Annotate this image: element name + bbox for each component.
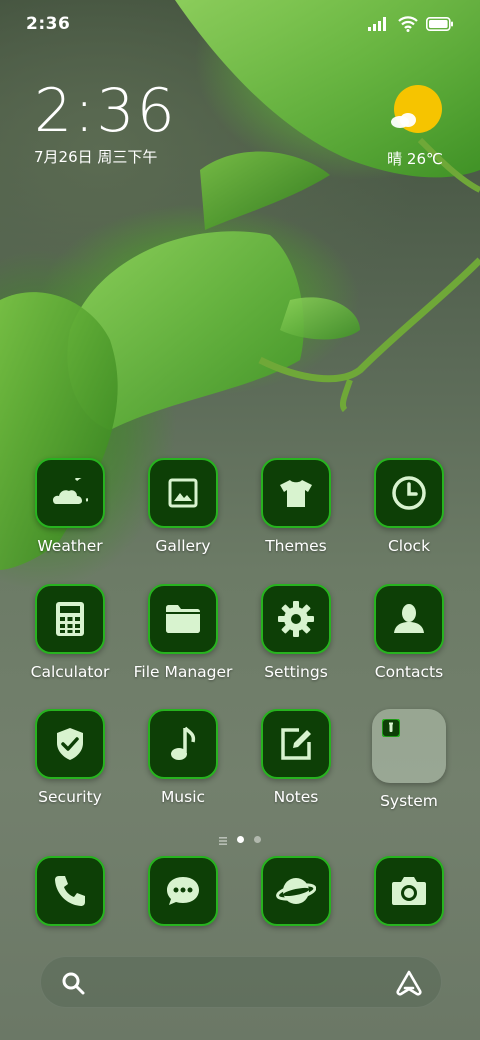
app-calculator-tile[interactable]: [35, 584, 105, 654]
app-label: File Manager: [133, 663, 233, 681]
sunny-partly-cloudy-icon: [391, 85, 442, 133]
app-label: Clock: [387, 537, 431, 555]
app-contacts[interactable]: Contacts: [354, 584, 464, 681]
weather-widget[interactable]: 晴 26℃: [386, 84, 444, 169]
page-dot[interactable]: [254, 836, 261, 843]
folder-icon: [166, 605, 200, 633]
app-label: Security: [38, 788, 102, 806]
dock-camera-tile[interactable]: [374, 856, 444, 926]
assistant-icon[interactable]: [395, 969, 423, 997]
page-indicator[interactable]: [0, 830, 480, 849]
app-contacts-tile[interactable]: [374, 584, 444, 654]
signal-icon: [368, 17, 386, 31]
dock-camera[interactable]: [354, 856, 464, 926]
app-clock-tile[interactable]: [374, 458, 444, 528]
gallery-icon: [168, 478, 198, 508]
app-label: Notes: [273, 788, 319, 806]
app-weather-tile[interactable]: [35, 458, 105, 528]
app-notes-tile[interactable]: [261, 709, 331, 779]
themes-icon: [280, 480, 312, 507]
app-music[interactable]: Music: [128, 709, 238, 806]
dock-browser[interactable]: [241, 856, 351, 926]
app-gallery-tile[interactable]: [148, 458, 218, 528]
clock-widget-date: 7月26日 周三下午: [34, 148, 158, 166]
app-calculator[interactable]: Calculator: [15, 584, 125, 681]
page-dot-active[interactable]: [237, 836, 244, 843]
app-label: Contacts: [374, 663, 444, 681]
dock-phone[interactable]: [15, 856, 125, 926]
shield-icon: [57, 728, 83, 760]
app-notes[interactable]: Notes: [241, 709, 351, 806]
wifi-icon: [398, 16, 418, 32]
clock-widget[interactable]: 2:36 7月26日 周三下午: [34, 80, 177, 167]
app-label: Settings: [264, 663, 328, 681]
app-weather[interactable]: Weather: [15, 458, 125, 555]
gear-icon: [278, 601, 314, 637]
status-bar: 2:36: [0, 0, 480, 50]
dock-browser-tile[interactable]: [261, 856, 331, 926]
app-clock[interactable]: Clock: [354, 458, 464, 555]
app-label: Music: [160, 788, 206, 806]
battery-icon: [426, 17, 453, 31]
app-themes[interactable]: Themes: [241, 458, 351, 555]
camera-icon: [392, 877, 426, 905]
contacts-icon: [394, 604, 424, 633]
app-themes-tile[interactable]: [261, 458, 331, 528]
music-note-icon: [171, 726, 196, 760]
clock-icon: [392, 476, 426, 510]
search-bar[interactable]: [40, 956, 442, 1008]
app-file-manager-tile[interactable]: [148, 584, 218, 654]
status-time: 2:36: [26, 14, 71, 34]
app-security-tile[interactable]: [35, 709, 105, 779]
app-security[interactable]: Security: [15, 709, 125, 806]
calculator-icon: [56, 602, 84, 636]
dock-messages[interactable]: [128, 856, 238, 926]
browser-planet-icon: [276, 878, 316, 904]
app-settings-tile[interactable]: [261, 584, 331, 654]
system-folder-tile[interactable]: [372, 709, 446, 783]
app-label: Calculator: [30, 663, 110, 681]
phone-icon: [55, 876, 85, 906]
dock-phone-tile[interactable]: [35, 856, 105, 926]
notes-icon: [281, 728, 311, 760]
app-settings[interactable]: Settings: [241, 584, 351, 681]
weather-icon: [53, 478, 88, 504]
app-label: Gallery: [155, 537, 211, 555]
dock-messages-tile[interactable]: [148, 856, 218, 926]
status-icons: [368, 16, 454, 32]
app-gallery[interactable]: Gallery: [128, 458, 238, 555]
app-file-manager[interactable]: File Manager: [128, 584, 238, 681]
app-system-folder[interactable]: System: [354, 709, 464, 810]
home-list-icon: [219, 830, 227, 849]
app-label: System: [380, 792, 438, 810]
folder-group-icon: [382, 719, 400, 737]
app-label: Themes: [265, 537, 327, 555]
app-label: Weather: [37, 537, 103, 555]
clock-widget-time: 2:36: [34, 76, 177, 146]
messages-icon: [167, 877, 199, 905]
app-music-tile[interactable]: [148, 709, 218, 779]
search-icon[interactable]: [61, 971, 85, 995]
weather-widget-text: 晴 26℃: [387, 150, 443, 168]
